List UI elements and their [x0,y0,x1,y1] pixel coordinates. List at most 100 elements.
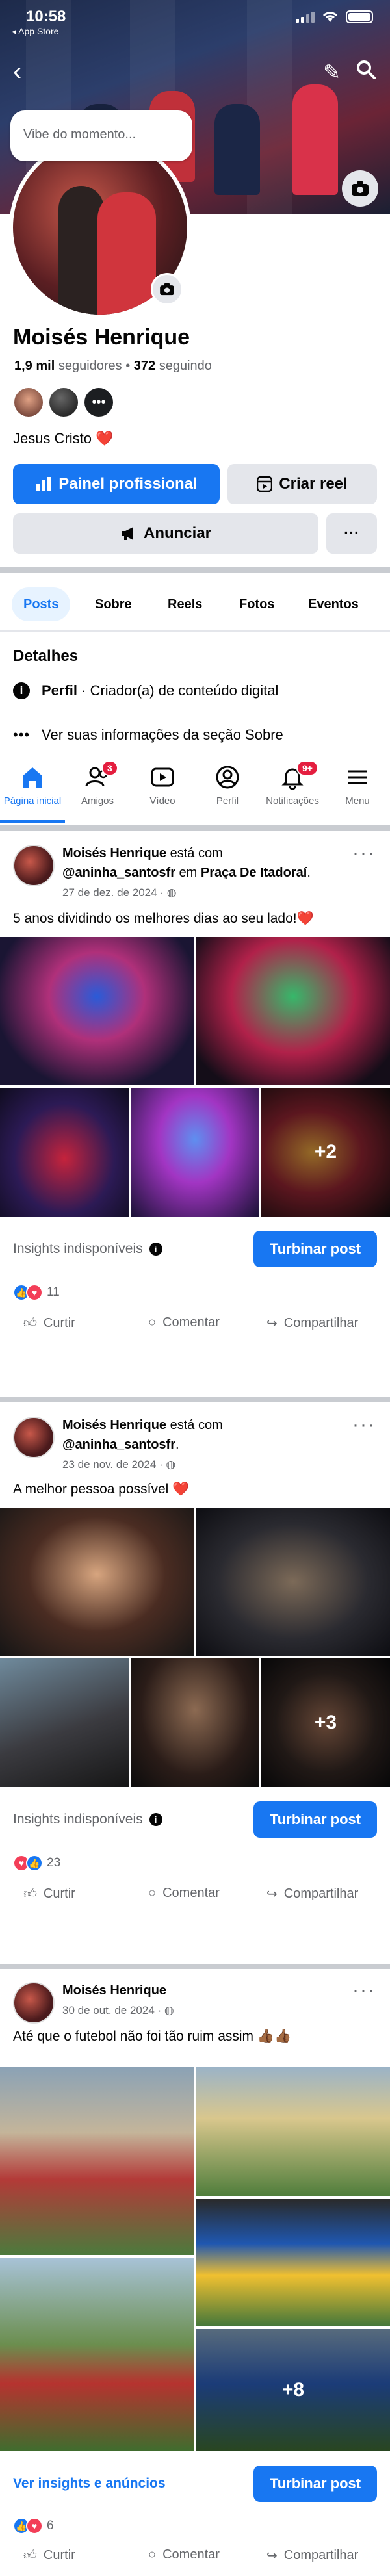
post-author-avatar[interactable] [13,1417,55,1458]
post-photo[interactable] [0,1508,194,1656]
post-reactions[interactable]: ♥ 👍 23 [13,1855,60,1872]
post-reactions[interactable]: 👍 ♥ 11 [13,1284,60,1301]
post-author-avatar[interactable] [13,845,55,886]
post-photo[interactable]: +2 [261,1088,390,1217]
nav-friends[interactable]: 3 Amigos [65,760,130,806]
notifications-badge: 9+ [296,760,318,776]
home-icon [23,767,42,788]
post-more-icon[interactable]: ··· [352,1414,376,1436]
post-photo[interactable] [196,2199,390,2326]
post-text: Até que o futebol não foi tão ruim assim… [13,2029,292,2044]
tab-events[interactable]: Eventos [296,587,370,621]
post-author[interactable]: Moisés Henrique [62,1418,166,1432]
post-photo[interactable] [0,2258,194,2451]
boost-post-button[interactable]: Turbinar post [254,1231,377,1267]
post-photo[interactable] [0,937,194,1085]
following-count: 372 [133,359,156,373]
details-profile-row: i Perfil · Criador(a) de conteúdo digita… [13,682,278,699]
avatar-camera-icon[interactable] [151,273,183,305]
back-to-app-store[interactable]: ◂ App Store [12,26,58,37]
post-photo[interactable] [0,1658,129,1787]
post-photo[interactable] [131,1658,259,1787]
post-date[interactable]: 23 de nov. de 2024 · [62,1458,166,1471]
post-author[interactable]: Moisés Henrique [62,1983,166,1998]
nav-video[interactable]: Vídeo [130,764,195,806]
post-photo[interactable] [196,937,390,1085]
nav-menu[interactable]: Menu [325,764,390,806]
follow-stats[interactable]: 1,9 mil seguidores • 372 seguindo [14,359,212,374]
comment-button[interactable]: ○ Comentar [148,1315,220,1330]
comment-button[interactable]: ○ Comentar [148,1886,220,1901]
post-photo[interactable] [0,2067,194,2255]
advertise-label: Anunciar [143,524,211,542]
post-date-row: 30 de out. de 2024 · ◍ [62,2004,174,2017]
tab-photos[interactable]: Fotos [228,587,286,621]
advertise-button[interactable]: Anunciar [13,513,318,554]
post-photo[interactable] [196,2067,390,2196]
share-button[interactable]: ↪ Compartilhar [266,2547,358,2564]
post-photo[interactable]: +8 [196,2329,390,2451]
boost-post-button[interactable]: Turbinar post [254,2466,377,2502]
friend-avatar[interactable] [48,387,79,418]
post-insights: Insights indisponíveis i [13,1241,162,1257]
more-photos-count: +3 [261,1658,390,1787]
info-icon[interactable]: i [149,1243,162,1256]
post-more-icon[interactable]: ··· [352,842,376,864]
post-location-prefix: em [175,866,201,880]
search-icon[interactable] [356,60,376,79]
cover-camera-icon[interactable] [342,170,378,207]
bottom-navigation: Página inicial 3 Amigos Vídeo Perfil 9+ … [0,759,390,821]
post-date[interactable]: 30 de out. de 2024 · [62,2004,164,2016]
nav-video-label: Vídeo [150,795,176,806]
nav-home[interactable]: Página inicial [0,764,65,806]
tab-posts[interactable]: Posts [12,587,71,621]
profile-icon [216,766,239,789]
nav-profile[interactable]: Perfil [195,764,260,806]
post-author[interactable]: Moisés Henrique [62,846,166,860]
post-photo[interactable] [196,1508,390,1656]
system-icons [296,10,373,23]
professional-dashboard-button[interactable]: Painel profissional [13,464,220,504]
more-friends-icon[interactable]: ••• [83,387,114,418]
post-date-row: 27 de dez. de 2024 · ◍ [62,886,177,899]
comment-button[interactable]: ○ Comentar [148,2547,220,2562]
info-icon[interactable]: i [149,1813,162,1826]
like-button[interactable]: 👍︎ Curtir [23,1315,75,1331]
tab-about[interactable]: Sobre [83,587,144,621]
like-button[interactable]: 👍︎ Curtir [23,1886,75,1901]
post-reactions[interactable]: 👍 ♥ 6 [13,2518,54,2534]
post-date[interactable]: 27 de dez. de 2024 · [62,886,167,899]
reaction-count: 11 [47,1285,60,1299]
post-insights: Insights indisponíveis i [13,1812,162,1827]
nav-notifications[interactable]: 9+ Notificações [260,760,325,806]
details-about-link[interactable]: ••• Ver suas informações da seção Sobre [13,727,283,743]
back-icon[interactable]: ‹ [13,58,21,84]
post-actions: 👍︎ Curtir ○ Comentar ↪ Compartilhar [0,1310,390,1343]
post-author-avatar[interactable] [13,1982,55,2024]
post-photo[interactable] [0,1088,129,1217]
like-button[interactable]: 👍︎ Curtir [23,2547,75,2563]
post-location[interactable]: Praça De Itadoraí [201,866,307,880]
more-options-button[interactable]: ··· [326,513,377,554]
profile-name: Moisés Henrique [13,325,190,350]
share-button[interactable]: ↪ Compartilhar [266,1886,358,1902]
post-tagged[interactable]: @aninha_santosfr [62,1437,176,1452]
post-photo[interactable]: +3 [261,1658,390,1787]
friend-avatar[interactable] [13,387,44,418]
share-button[interactable]: ↪ Compartilhar [266,1315,358,1332]
comment-label: Comentar [162,1886,220,1900]
section-divider [0,825,390,831]
friends-avatars[interactable]: ••• [13,387,114,418]
tab-reels[interactable]: Reels [156,587,214,621]
post-tagged[interactable]: @aninha_santosfr [62,866,176,880]
create-reel-button[interactable]: Criar reel [228,464,377,504]
post-insights-link[interactable]: Ver insights e anúncios [13,2476,166,2492]
post-photo[interactable] [131,1088,259,1217]
boost-post-button[interactable]: Turbinar post [254,1801,377,1838]
status-note-bubble[interactable]: Vibe do momento... [10,110,192,161]
bio: Jesus Cristo ❤️ [13,430,114,447]
friends-badge: 3 [101,760,118,776]
edit-pencil-icon[interactable]: ✎ [323,60,341,84]
post-more-icon[interactable]: ··· [352,1979,376,2002]
comment-icon: ○ [148,2547,157,2562]
